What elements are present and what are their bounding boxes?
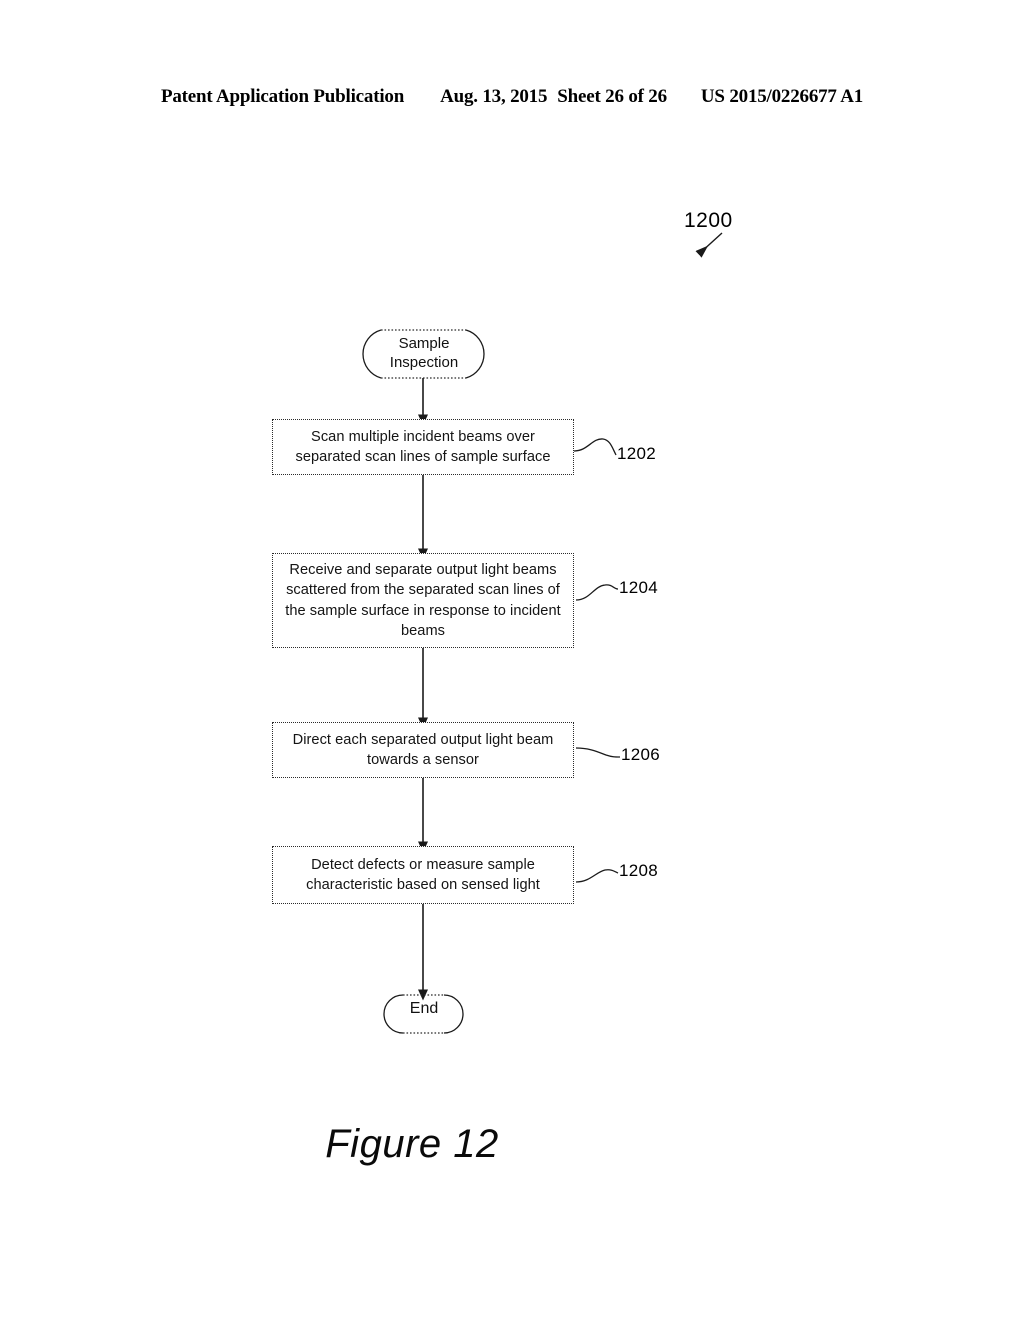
- process-box-1204-text: Receive and separate output light beams …: [285, 560, 560, 642]
- process-box-1208-line-1: Detect defects or measure sample: [311, 856, 535, 873]
- process-box-1202[interactable]: Scan multiple incident beams over separa…: [272, 419, 574, 475]
- ref-leader-1206: [575, 747, 621, 758]
- process-box-1204-line-4: beams: [400, 623, 446, 639]
- ref-leader-1204: [575, 584, 619, 601]
- reference-numeral-1202: 1202: [617, 444, 657, 463]
- process-box-1206-text: Direct each separated output light beam …: [293, 730, 554, 771]
- figure-caption-text: Figure 12: [325, 1122, 499, 1166]
- start-node-line-1: Sample: [398, 335, 450, 352]
- process-box-1206[interactable]: Direct each separated output light beam …: [272, 722, 574, 778]
- process-box-1202-line-1: Scan multiple incident beams over: [311, 428, 535, 445]
- ref-leader-1208: [575, 869, 619, 883]
- start-node-label: Sample Inspection: [356, 334, 492, 372]
- reference-numeral-1204: 1204: [619, 578, 659, 597]
- process-box-1202-text: Scan multiple incident beams over separa…: [296, 427, 551, 468]
- process-box-1204-line-1: Receive and separate output light beams: [289, 561, 557, 578]
- ref-leader-1202: [573, 438, 617, 456]
- process-box-1208[interactable]: Detect defects or measure sample charact…: [272, 846, 574, 904]
- figure-caption: Figure 12: [0, 1122, 1024, 1167]
- reference-numeral-1206: 1206: [621, 745, 661, 764]
- callout-1200-leader: [695, 232, 723, 258]
- end-node-label: End: [409, 1000, 439, 1017]
- process-box-1202-line-2: separated scan lines of sample surface: [295, 449, 551, 465]
- start-node-line-2: Inspection: [389, 354, 459, 371]
- process-box-1204-line-2: scattered from the separated scan lines …: [286, 582, 560, 598]
- process-box-1204-line-3: the sample surface in response to incide…: [285, 602, 561, 619]
- process-box-1204[interactable]: Receive and separate output light beams …: [272, 553, 574, 648]
- process-box-1208-line-2: characteristic based on sensed light: [306, 877, 540, 893]
- process-box-1206-line-2: towards a sensor: [367, 752, 479, 768]
- process-box-1208-text: Detect defects or measure sample charact…: [306, 855, 540, 896]
- reference-numeral-1208: 1208: [619, 861, 659, 880]
- diagram-reference-1200: 1200: [684, 209, 733, 232]
- process-box-1206-line-1: Direct each separated output light beam: [292, 731, 554, 748]
